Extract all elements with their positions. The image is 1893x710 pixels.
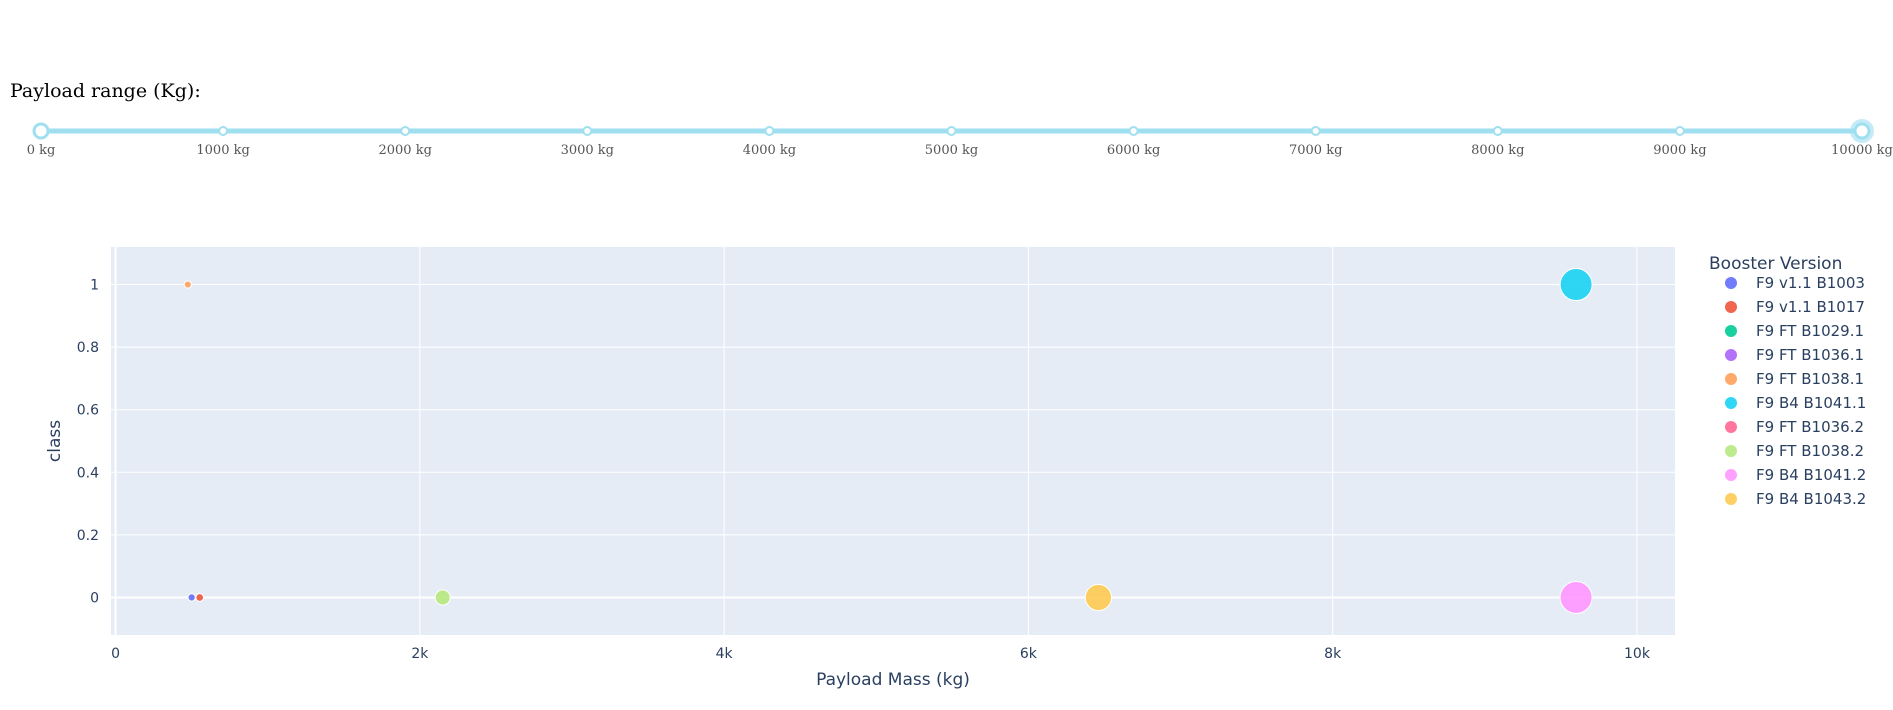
scatter-point <box>183 280 192 289</box>
slider-mark-dot[interactable] <box>1128 126 1139 136</box>
slider-mark-dot[interactable] <box>218 126 229 136</box>
slider-mark-label: 4000 kg <box>743 143 796 158</box>
slider-mark-dot[interactable] <box>1674 126 1685 136</box>
slider-mark-dot[interactable] <box>400 126 411 136</box>
scatter-point <box>1559 580 1593 614</box>
y-tick-label: 0.2 <box>77 528 99 544</box>
scatter-point <box>195 593 205 602</box>
legend-marker[interactable] <box>1725 397 1737 409</box>
y-tick-label: 0.6 <box>77 403 99 419</box>
x-tick-label: 2k <box>411 646 429 662</box>
legend-item[interactable]: F9 FT B1029.1 <box>1756 322 1864 340</box>
slider-mark-label: 5000 kg <box>925 143 978 158</box>
legend-title: Booster Version <box>1709 254 1842 274</box>
scatter-point <box>1559 268 1593 302</box>
slider-mark-label: 2000 kg <box>378 143 431 158</box>
payload-scatter-chart: 0 2k 4k 6k 8k 10k 0 0.2 0.4 0.6 0.8 1 Payload Mass … <box>45 247 1866 690</box>
payload-range-label: Payload range (Kg): <box>10 80 201 102</box>
legend-marker[interactable] <box>1725 445 1737 457</box>
legend-marker[interactable] <box>1725 301 1737 313</box>
slider-mark-dot[interactable] <box>582 126 593 136</box>
legend-item[interactable]: F9 v1.1 B1003 <box>1756 274 1865 292</box>
legend-item[interactable]: F9 FT B1038.1 <box>1756 370 1864 388</box>
slider-mark-label: 6000 kg <box>1107 143 1160 158</box>
plot-background <box>111 247 1675 635</box>
legend-marker[interactable] <box>1725 493 1737 505</box>
legend-item[interactable]: F9 B4 B1041.2 <box>1756 466 1866 484</box>
slider-handle-max[interactable] <box>1853 122 1871 140</box>
legend-marker[interactable] <box>1725 421 1737 433</box>
legend-item[interactable]: F9 v1.1 B1017 <box>1756 298 1865 316</box>
legend-marker[interactable] <box>1725 373 1737 385</box>
slider-mark-label: 9000 kg <box>1653 143 1706 158</box>
slider-mark-label: 1000 kg <box>196 143 249 158</box>
x-axis-title: Payload Mass (kg) <box>816 670 970 690</box>
legend-item[interactable]: F9 B4 B1043.2 <box>1756 490 1866 508</box>
legend-marker[interactable] <box>1725 469 1737 481</box>
slider-mark-dot[interactable] <box>946 126 957 136</box>
payload-range-slider[interactable]: 0 kg 1000 kg 2000 kg 3000 kg 4000 kg 5000 kg 6… <box>0 115 1893 175</box>
legend-item[interactable]: F9 FT B1036.2 <box>1756 418 1864 436</box>
legend-marker[interactable] <box>1725 277 1737 289</box>
slider-mark-label: 7000 kg <box>1289 143 1342 158</box>
y-tick-label: 0.8 <box>77 340 99 356</box>
y-axis-title: class <box>45 420 65 462</box>
scatter-point <box>1084 583 1113 612</box>
scatter-point <box>434 589 451 606</box>
legend-item[interactable]: F9 FT B1036.1 <box>1756 346 1864 364</box>
x-tick-label: 4k <box>716 646 734 662</box>
x-tick-label: 6k <box>1020 646 1038 662</box>
slider-mark-label: 0 kg <box>27 143 56 158</box>
legend-item[interactable]: F9 FT B1038.2 <box>1756 442 1864 460</box>
legend[interactable]: F9 v1.1 B1003 F9 v1.1 B1017 F9 FT B1029.1 F… <box>1725 274 1866 508</box>
slider-mark-dot[interactable] <box>1492 126 1503 136</box>
x-tick-label: 0 <box>111 646 120 662</box>
legend-marker[interactable] <box>1725 349 1737 361</box>
y-tick-label: 0.4 <box>77 465 99 481</box>
slider-mark-label: 3000 kg <box>561 143 614 158</box>
slider-mark-dot[interactable] <box>1310 126 1321 136</box>
legend-marker[interactable] <box>1725 325 1737 337</box>
y-tick-label: 1 <box>90 278 99 294</box>
slider-mark-label: 8000 kg <box>1471 143 1524 158</box>
x-tick-label: 10k <box>1624 646 1651 662</box>
x-tick-label: 8k <box>1324 646 1342 662</box>
slider-mark-label: 10000 kg <box>1831 143 1893 158</box>
y-tick-label: 0 <box>90 590 99 606</box>
slider-handle-min[interactable] <box>32 122 50 140</box>
slider-mark-dot[interactable] <box>764 126 775 136</box>
scatter-point <box>187 593 196 602</box>
legend-item[interactable]: F9 B4 B1041.1 <box>1756 394 1866 412</box>
